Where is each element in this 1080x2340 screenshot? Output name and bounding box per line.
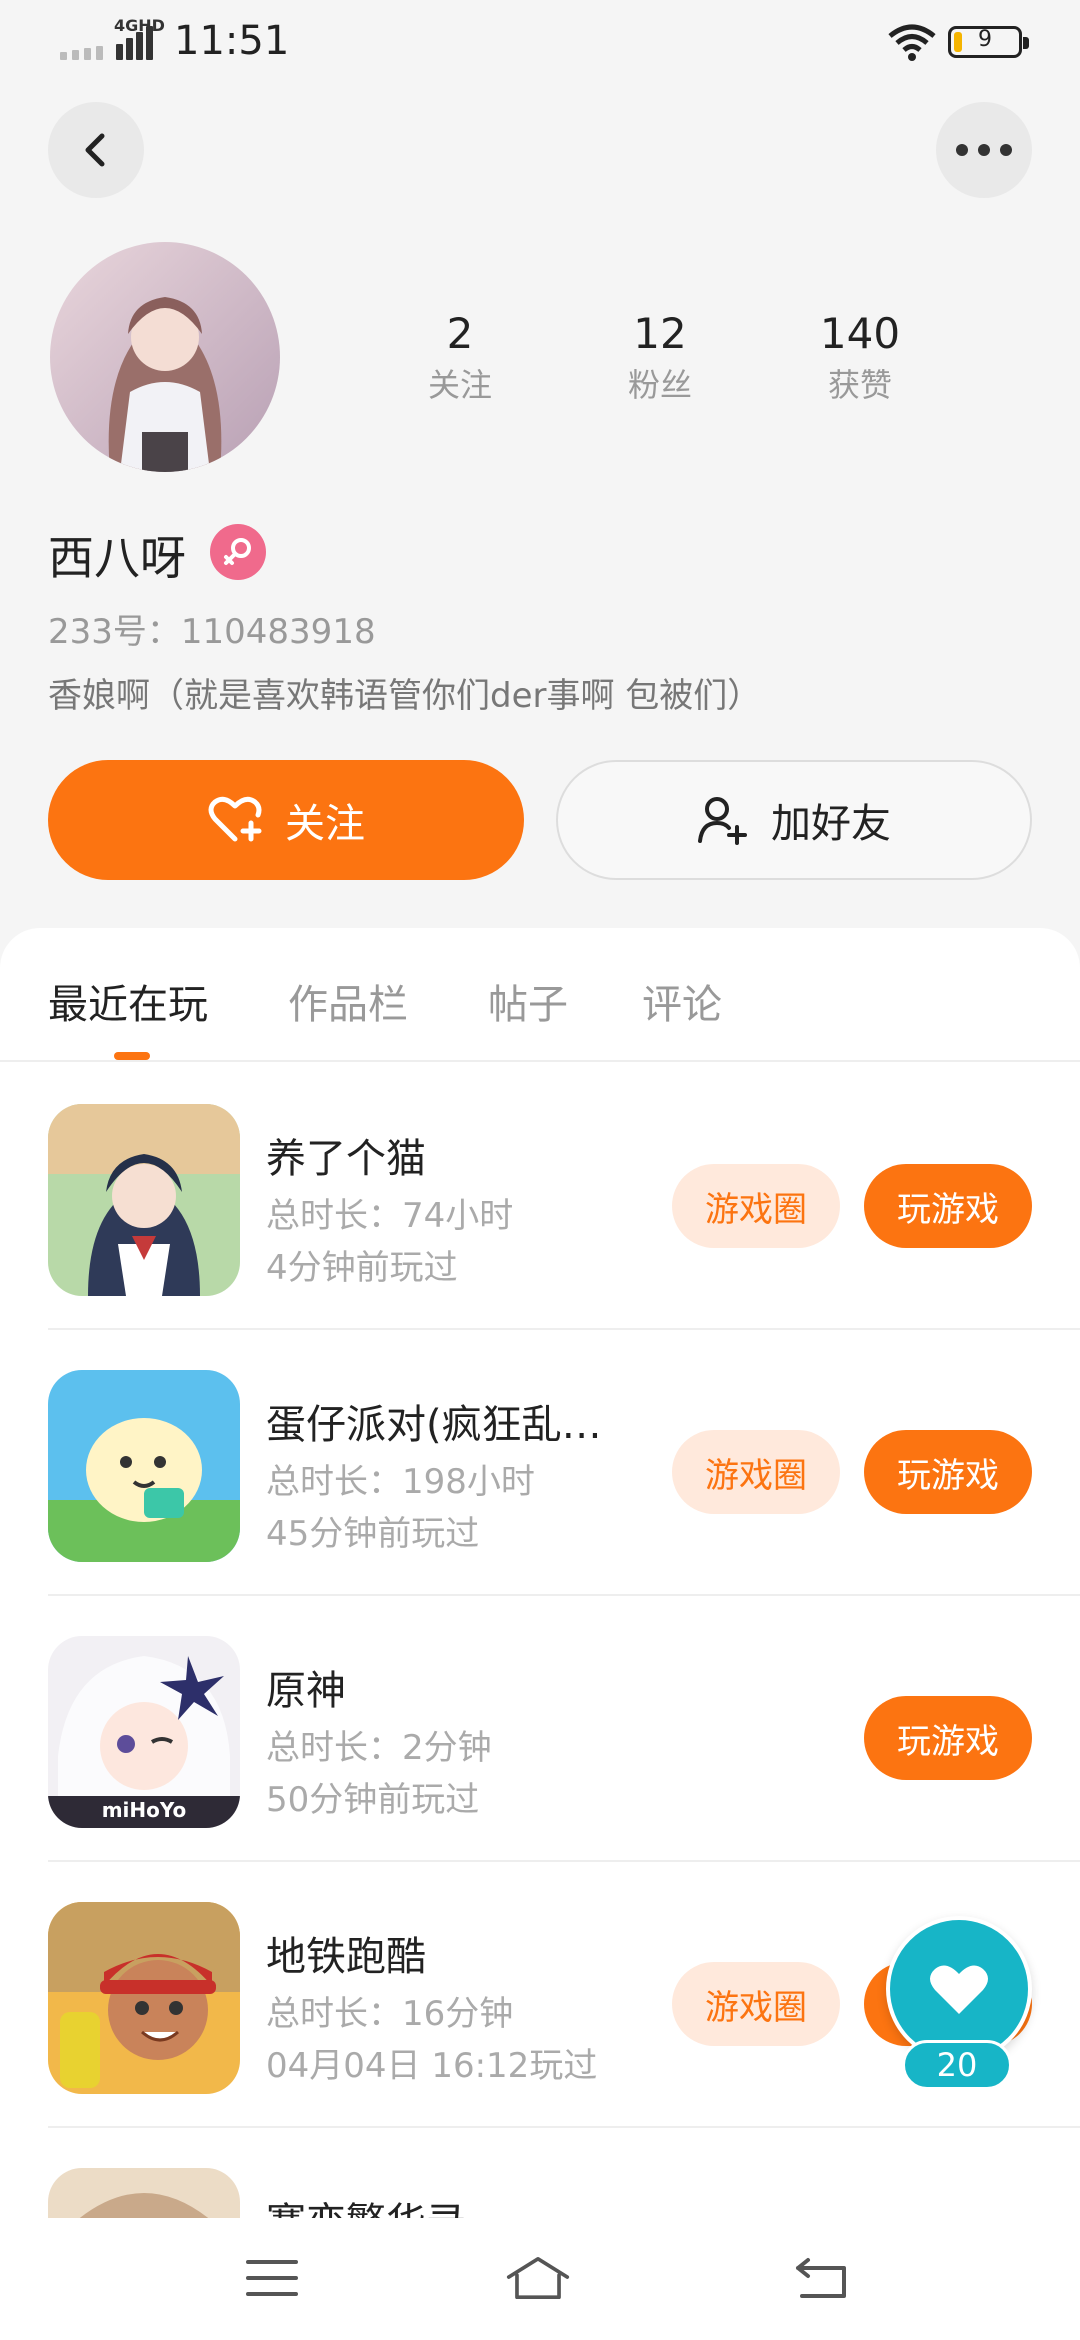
stat-likes-label: 获赞 bbox=[827, 366, 892, 404]
add-friend-label: 加好友 bbox=[771, 801, 891, 847]
menu-button[interactable] bbox=[240, 2248, 304, 2308]
female-icon bbox=[224, 538, 251, 565]
stat-fans-label: 粉丝 bbox=[627, 366, 692, 404]
home-button[interactable] bbox=[506, 2248, 570, 2308]
stat-likes[interactable]: 140 获赞 bbox=[760, 306, 960, 416]
tab-bar: 最近在玩 作品栏 帖子 评论 bbox=[0, 928, 1080, 1062]
avatar[interactable] bbox=[50, 242, 280, 472]
game-icon-subway-surfers[interactable] bbox=[48, 1902, 240, 2094]
game-icon-eggy-party[interactable] bbox=[48, 1370, 240, 1562]
more-button[interactable] bbox=[936, 102, 1032, 198]
play-game-button[interactable]: 玩游戏 bbox=[864, 1164, 1032, 1248]
menu-icon bbox=[246, 2260, 298, 2296]
game-icon-cat[interactable] bbox=[48, 1104, 240, 1296]
gender-badge bbox=[210, 524, 266, 580]
game-circle-button[interactable]: 游戏圈 bbox=[672, 1430, 840, 1514]
follow-label: 关注 bbox=[285, 801, 365, 847]
game-name: 赛恋繁华录 bbox=[266, 2190, 646, 2218]
game-duration: 总时长：74小时 bbox=[266, 1196, 514, 1236]
game-row[interactable]: 赛恋繁华录 bbox=[48, 2128, 1080, 2218]
tab-posts[interactable]: 帖子 bbox=[488, 972, 568, 1030]
tab-works[interactable]: 作品栏 bbox=[288, 972, 408, 1030]
stat-fans[interactable]: 12 粉丝 bbox=[560, 306, 760, 416]
more-dots-icon bbox=[956, 144, 1012, 156]
game-row[interactable]: 养了个猫 总时长：74小时 4分钟前玩过 游戏圈 玩游戏 bbox=[48, 1064, 1080, 1330]
status-bar: 4GHD 11:51 9 bbox=[0, 0, 1080, 84]
stat-following[interactable]: 2 关注 bbox=[360, 306, 560, 416]
play-game-button[interactable]: 玩游戏 bbox=[864, 1430, 1032, 1514]
game-icon-genshin[interactable]: miHoYo bbox=[48, 1636, 240, 1828]
add-friend-button[interactable]: 加好友 bbox=[556, 760, 1032, 880]
game-row[interactable]: 蛋仔派对(疯狂乱… 总时长：198小时 45分钟前玩过 游戏圈 玩游戏 bbox=[48, 1330, 1080, 1596]
game-row[interactable]: miHoYo 原神 总时长：2分钟 50分钟前玩过 玩游戏 bbox=[48, 1596, 1080, 1862]
game-last-played: 45分钟前玩过 bbox=[266, 1514, 480, 1554]
add-user-icon bbox=[697, 795, 749, 845]
game-duration: 总时长：2分钟 bbox=[266, 1728, 492, 1768]
game-duration: 总时长：198小时 bbox=[266, 1462, 535, 1502]
stat-fans-value: 12 bbox=[633, 309, 687, 358]
game-circle-button[interactable]: 游戏圈 bbox=[672, 1164, 840, 1248]
game-last-played: 04月04日 16:12玩过 bbox=[266, 2046, 598, 2086]
user-id: 233号：110483918 bbox=[48, 612, 376, 652]
back-nav-button[interactable] bbox=[790, 2248, 854, 2308]
network-type: 4GHD bbox=[114, 16, 165, 35]
status-time: 11:51 bbox=[174, 18, 290, 64]
user-bio: 香娘啊（就是喜欢韩语管你们der事啊 包被们） bbox=[48, 676, 762, 716]
game-icon-partial[interactable] bbox=[48, 2168, 240, 2218]
like-count-badge: 20 bbox=[902, 2040, 1012, 2090]
game-name: 蛋仔派对(疯狂乱… bbox=[266, 1402, 602, 1448]
game-circle-button[interactable]: 游戏圈 bbox=[672, 1962, 840, 2046]
game-icon-label: miHoYo bbox=[101, 1798, 187, 1822]
game-duration: 总时长：16分钟 bbox=[266, 1994, 514, 2034]
chevron-left-icon bbox=[85, 133, 105, 167]
game-last-played: 4分钟前玩过 bbox=[266, 1248, 458, 1288]
play-game-button[interactable]: 玩游戏 bbox=[864, 1696, 1032, 1780]
game-name: 养了个猫 bbox=[266, 1136, 426, 1182]
heart-plus-icon bbox=[207, 795, 263, 845]
battery-level: 9 bbox=[978, 27, 992, 52]
stat-following-label: 关注 bbox=[427, 366, 492, 404]
profile-stats: 2 关注 12 粉丝 140 获赞 bbox=[360, 306, 960, 416]
return-icon bbox=[796, 2258, 846, 2298]
tab-indicator bbox=[114, 1052, 150, 1060]
home-icon bbox=[506, 2256, 570, 2300]
tab-recent-played[interactable]: 最近在玩 bbox=[48, 972, 208, 1030]
game-last-played: 50分钟前玩过 bbox=[266, 1780, 480, 1820]
stat-following-value: 2 bbox=[446, 309, 474, 358]
system-nav-bar bbox=[0, 2218, 1080, 2340]
stat-likes-value: 140 bbox=[819, 309, 901, 358]
game-name: 地铁跑酷 bbox=[266, 1934, 426, 1980]
heart-icon bbox=[930, 1965, 988, 2014]
wifi-icon bbox=[888, 24, 936, 61]
tab-comments[interactable]: 评论 bbox=[642, 972, 722, 1030]
battery-icon: 9 bbox=[948, 26, 1029, 58]
game-name: 原神 bbox=[266, 1668, 346, 1714]
username: 西八呀 bbox=[48, 531, 186, 585]
follow-button[interactable]: 关注 bbox=[48, 760, 524, 880]
back-button[interactable] bbox=[48, 102, 144, 198]
